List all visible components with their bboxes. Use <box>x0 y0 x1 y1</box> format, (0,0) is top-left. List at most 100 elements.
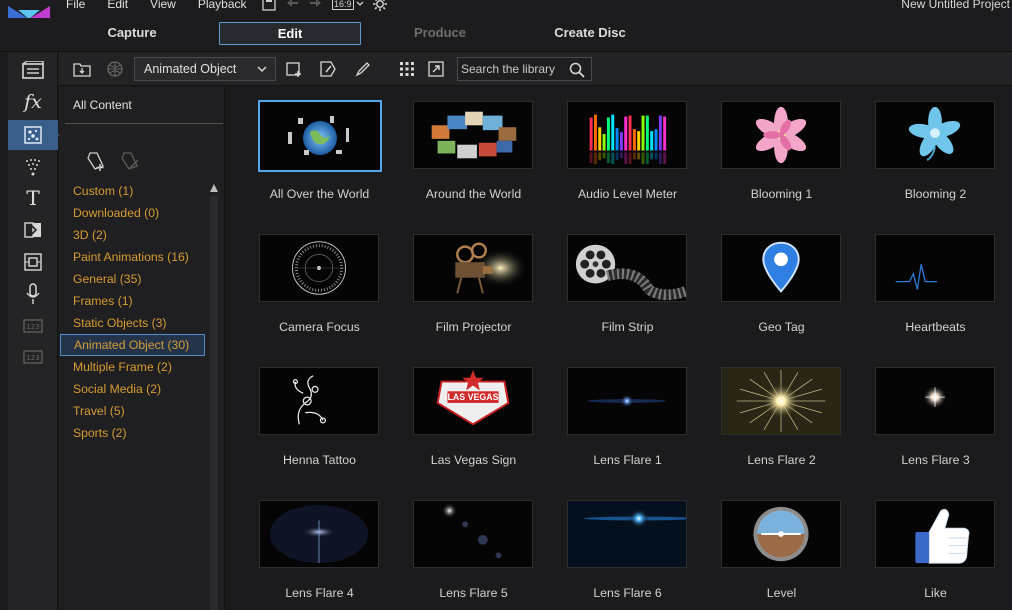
subtitle-icon: 123 <box>23 350 43 364</box>
category-item[interactable]: Frames (1) <box>59 290 209 312</box>
transition-room-button[interactable] <box>8 215 58 245</box>
svg-text:LAS VEGAS: LAS VEGAS <box>447 392 498 402</box>
menubar: File Edit View Playback 16:9 New Untitle… <box>0 0 1012 14</box>
subtitle-room-button[interactable]: 123 <box>8 342 58 372</box>
library-item[interactable]: Film Projector <box>396 220 536 340</box>
tab-create-disc[interactable]: Create Disc <box>530 22 650 45</box>
category-item[interactable]: Custom (1) <box>59 180 209 202</box>
library-item[interactable]: Like <box>858 486 998 606</box>
category-item[interactable]: Multiple Frame (2) <box>59 356 209 378</box>
mode-tabs: Capture Edit Produce Create Disc <box>0 18 1012 52</box>
menu-playback[interactable]: Playback <box>198 0 247 11</box>
category-item[interactable]: Social Media (2) <box>59 378 209 400</box>
chapter-icon: 123 <box>23 319 43 333</box>
expand-library-icon[interactable] <box>427 60 445 78</box>
redo-icon[interactable] <box>308 0 324 11</box>
library-item-label: Blooming 2 <box>904 187 967 201</box>
library-item[interactable]: Film Strip <box>550 220 690 340</box>
save-icon[interactable] <box>262 0 276 11</box>
category-item[interactable]: General (35) <box>59 268 209 290</box>
library-item[interactable]: Heartbeats <box>858 220 998 340</box>
library-item[interactable]: Lens Flare 5 <box>396 486 536 606</box>
fx-room-button[interactable]: fx <box>8 87 58 117</box>
modify-object-icon[interactable] <box>319 60 337 78</box>
flare-burst-thumbnail <box>721 367 841 435</box>
category-dropdown-value: Animated Object <box>144 62 237 76</box>
search-input[interactable] <box>461 60 569 78</box>
media-room-button[interactable] <box>8 55 58 85</box>
flare-haze-thumbnail <box>259 500 379 568</box>
library-item[interactable]: Lens Flare 3 <box>858 353 998 473</box>
grid-view-icon[interactable] <box>398 60 416 78</box>
paint-designer-icon[interactable] <box>354 60 372 78</box>
menu-edit[interactable]: Edit <box>107 0 128 11</box>
thumbs-up-thumbnail <box>875 500 995 568</box>
chevron-down-icon <box>257 66 267 73</box>
henna-thumbnail <box>259 367 379 435</box>
tab-produce[interactable]: Produce <box>380 22 500 45</box>
pip-icon <box>24 253 42 271</box>
library-item[interactable]: Blooming 2 <box>858 87 998 207</box>
library-item[interactable]: All Over the World <box>242 87 382 207</box>
film-reel-thumbnail <box>567 234 687 302</box>
level-gauge-thumbnail <box>721 500 841 568</box>
media-icon <box>22 61 44 79</box>
particle-icon <box>24 126 42 144</box>
category-list: Custom (1) Downloaded (0) 3D (2) Paint Anim… <box>59 180 209 444</box>
aspect-ratio-label: 16:9 <box>332 0 354 10</box>
category-item[interactable]: Animated Object (30) <box>60 334 205 356</box>
library-item-label: Lens Flare 3 <box>901 453 970 467</box>
library-item[interactable]: Geo Tag <box>704 220 844 340</box>
title-room-button[interactable]: T <box>8 183 58 213</box>
add-tag-icon[interactable] <box>85 150 107 172</box>
library-item[interactable]: Around the World <box>396 87 536 207</box>
fx-icon: fx <box>24 91 42 113</box>
particle-room-button[interactable] <box>8 120 64 150</box>
tab-capture[interactable]: Capture <box>72 22 192 45</box>
library-item[interactable]: LAS VEGAS Las Vegas Sign <box>396 353 536 473</box>
aspect-ratio-selector[interactable]: 16:9 <box>332 0 364 10</box>
category-item[interactable]: Static Objects (3) <box>59 312 209 334</box>
library-item[interactable]: Camera Focus <box>242 220 382 340</box>
library-item[interactable]: Lens Flare 6 <box>550 486 690 606</box>
scroll-track[interactable] <box>210 196 218 610</box>
chevron-down-icon <box>356 1 363 6</box>
pink-flower-thumbnail <box>721 101 841 169</box>
category-dropdown[interactable]: Animated Object <box>134 57 276 81</box>
menu-view[interactable]: View <box>150 0 176 11</box>
library-item[interactable]: Lens Flare 1 <box>550 353 690 473</box>
undo-icon[interactable] <box>284 0 300 11</box>
chapter-room-button[interactable]: 123 <box>8 311 58 341</box>
category-item[interactable]: Paint Animations (16) <box>59 246 209 268</box>
category-scrollbar[interactable] <box>209 184 219 610</box>
library-item[interactable]: Audio Level Meter <box>550 87 690 207</box>
search-icon[interactable] <box>569 62 585 78</box>
all-content-link[interactable]: All Content <box>73 98 132 112</box>
category-item[interactable]: Sports (2) <box>59 422 209 444</box>
library-item[interactable]: Blooming 1 <box>704 87 844 207</box>
globe-thumbnail <box>258 100 382 172</box>
particle-fountain-button[interactable] <box>8 152 58 182</box>
library-item[interactable]: Lens Flare 4 <box>242 486 382 606</box>
flare-small-thumbnail <box>567 367 687 435</box>
voice-over-button[interactable] <box>8 279 58 309</box>
add-to-timeline-icon[interactable] <box>285 60 303 78</box>
projector-thumbnail <box>413 234 533 302</box>
settings-gear-icon[interactable] <box>372 0 388 12</box>
title-t-icon: T <box>26 186 40 210</box>
category-item[interactable]: Downloaded (0) <box>59 202 209 224</box>
library-item[interactable]: Lens Flare 2 <box>704 353 844 473</box>
scroll-up-arrow-icon[interactable] <box>210 184 218 192</box>
edit-tag-icon[interactable] <box>119 150 141 172</box>
category-item[interactable]: 3D (2) <box>59 224 209 246</box>
category-item[interactable]: Travel (5) <box>59 400 209 422</box>
tab-edit[interactable]: Edit <box>219 22 361 45</box>
library-item[interactable]: Henna Tattoo <box>242 353 382 473</box>
blue-flower-thumbnail <box>875 101 995 169</box>
menu-file[interactable]: File <box>66 0 85 11</box>
download-content-icon[interactable] <box>106 60 124 78</box>
import-media-icon[interactable] <box>73 60 91 78</box>
pip-room-button[interactable] <box>8 247 58 277</box>
flare-star-thumbnail <box>875 367 995 435</box>
library-item[interactable]: Level <box>704 486 844 606</box>
